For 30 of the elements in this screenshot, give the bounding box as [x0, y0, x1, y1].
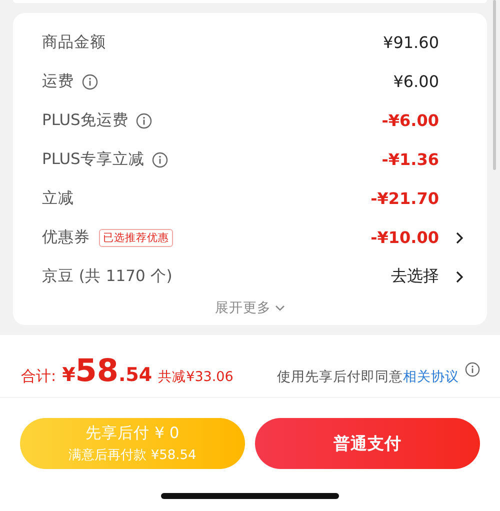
agreement-text: 使用先享后付即同意 [277, 368, 403, 386]
chevron-right-icon[interactable] [456, 232, 463, 244]
info-icon[interactable] [465, 362, 480, 376]
agreement-link[interactable]: 相关协议 [403, 368, 459, 386]
row-value: -¥6.00 [382, 111, 439, 130]
expand-more-link[interactable]: 展开更多 [215, 299, 271, 317]
row-value: ¥91.60 [383, 33, 439, 52]
chevron-down-icon[interactable] [275, 305, 285, 311]
row-value: ¥6.00 [393, 72, 439, 91]
row-label: 京豆 (共 1170 个) [42, 266, 172, 287]
row-value[interactable]: 去选择 [391, 266, 439, 287]
info-icon[interactable] [152, 152, 168, 168]
row-label: 运费 [42, 71, 74, 92]
total-label: 合计: [21, 367, 56, 386]
info-icon[interactable] [82, 74, 98, 90]
row-label: PLUS免运费 [42, 110, 128, 131]
chevron-right-icon[interactable] [456, 270, 463, 282]
info-icon[interactable] [136, 112, 152, 128]
row-value[interactable]: -¥10.00 [370, 228, 439, 247]
row-label: 优惠券 [42, 227, 90, 248]
pay-button[interactable]: 普通支付 [255, 418, 480, 469]
row-value: -¥21.70 [370, 189, 439, 208]
row-label: PLUS专享立减 [42, 149, 144, 170]
saved-amount: 共减¥33.06 [158, 368, 234, 386]
scrollbar[interactable] [493, 0, 496, 170]
row-label: 商品金额 [42, 32, 106, 53]
total-amount: ¥58.54 [62, 353, 152, 389]
row-value: -¥1.36 [382, 150, 439, 169]
coupon-tag: 已选推荐优惠 [99, 228, 173, 246]
row-label: 立减 [42, 188, 74, 209]
